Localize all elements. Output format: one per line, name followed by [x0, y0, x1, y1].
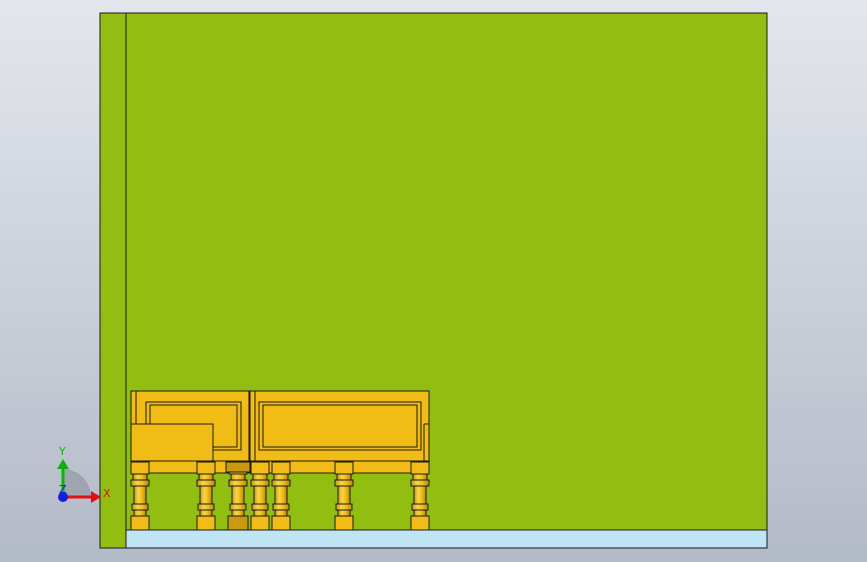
y-axis-arrow: [57, 459, 69, 469]
cabinet-leg: [250, 461, 270, 531]
cabinet-leg: [130, 461, 150, 531]
floor: [125, 529, 768, 549]
z-axis-label: Z: [59, 483, 67, 496]
model-viewport[interactable]: Y X Z: [0, 0, 867, 562]
cabinet-leg: [271, 461, 291, 531]
cabinet-joint-shadow-base: [227, 515, 249, 531]
x-axis-label: X: [103, 487, 111, 500]
triad-arc: [63, 469, 91, 497]
left-cabinet: [130, 390, 250, 474]
cabinet-leg: [334, 461, 354, 531]
cabinet-leg: [410, 461, 430, 531]
cabinet-joint-shadow: [225, 461, 251, 473]
y-axis-label: Y: [58, 445, 66, 458]
cabinet-leg: [196, 461, 216, 531]
left-wall: [99, 12, 127, 549]
right-cabinet: [249, 390, 430, 474]
